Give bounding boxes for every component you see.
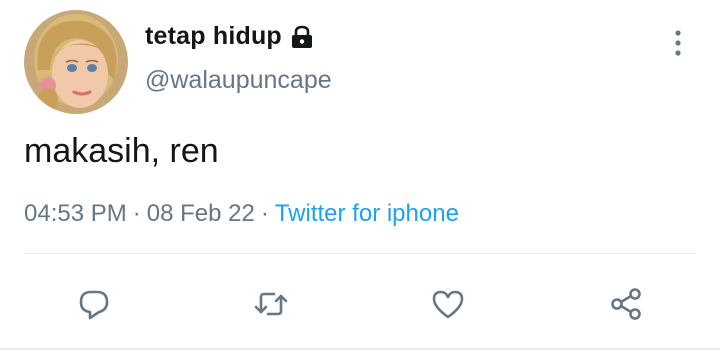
retweet-button[interactable] (251, 284, 291, 324)
avatar[interactable] (24, 10, 128, 114)
author-handle[interactable]: @walaupuncape (145, 66, 332, 95)
heart-icon (432, 290, 464, 319)
reply-button[interactable] (74, 284, 114, 324)
tweet-meta: 04:53 PM · 08 Feb 22 · Twitter for iphone (24, 200, 459, 228)
meta-separator: · (260, 200, 269, 227)
meta-separator: · (132, 200, 141, 227)
avatar-image (24, 10, 128, 114)
bottom-divider (0, 348, 720, 350)
tweet-date: 08 Feb 22 (146, 200, 255, 227)
like-button[interactable] (428, 284, 468, 324)
reply-icon (79, 290, 109, 320)
tweet-time: 04:53 PM (24, 200, 127, 227)
share-button[interactable] (606, 284, 646, 324)
tweet-source-link[interactable]: Twitter for iphone (275, 200, 459, 227)
more-options-icon[interactable] (666, 28, 690, 58)
tweet-text: makasih, ren (24, 132, 219, 170)
author-name-row: tetap hidup (145, 22, 315, 51)
display-name[interactable]: tetap hidup (145, 22, 282, 51)
retweet-icon (254, 292, 288, 316)
divider (24, 253, 696, 254)
share-icon (611, 288, 641, 320)
lock-icon (289, 24, 315, 50)
